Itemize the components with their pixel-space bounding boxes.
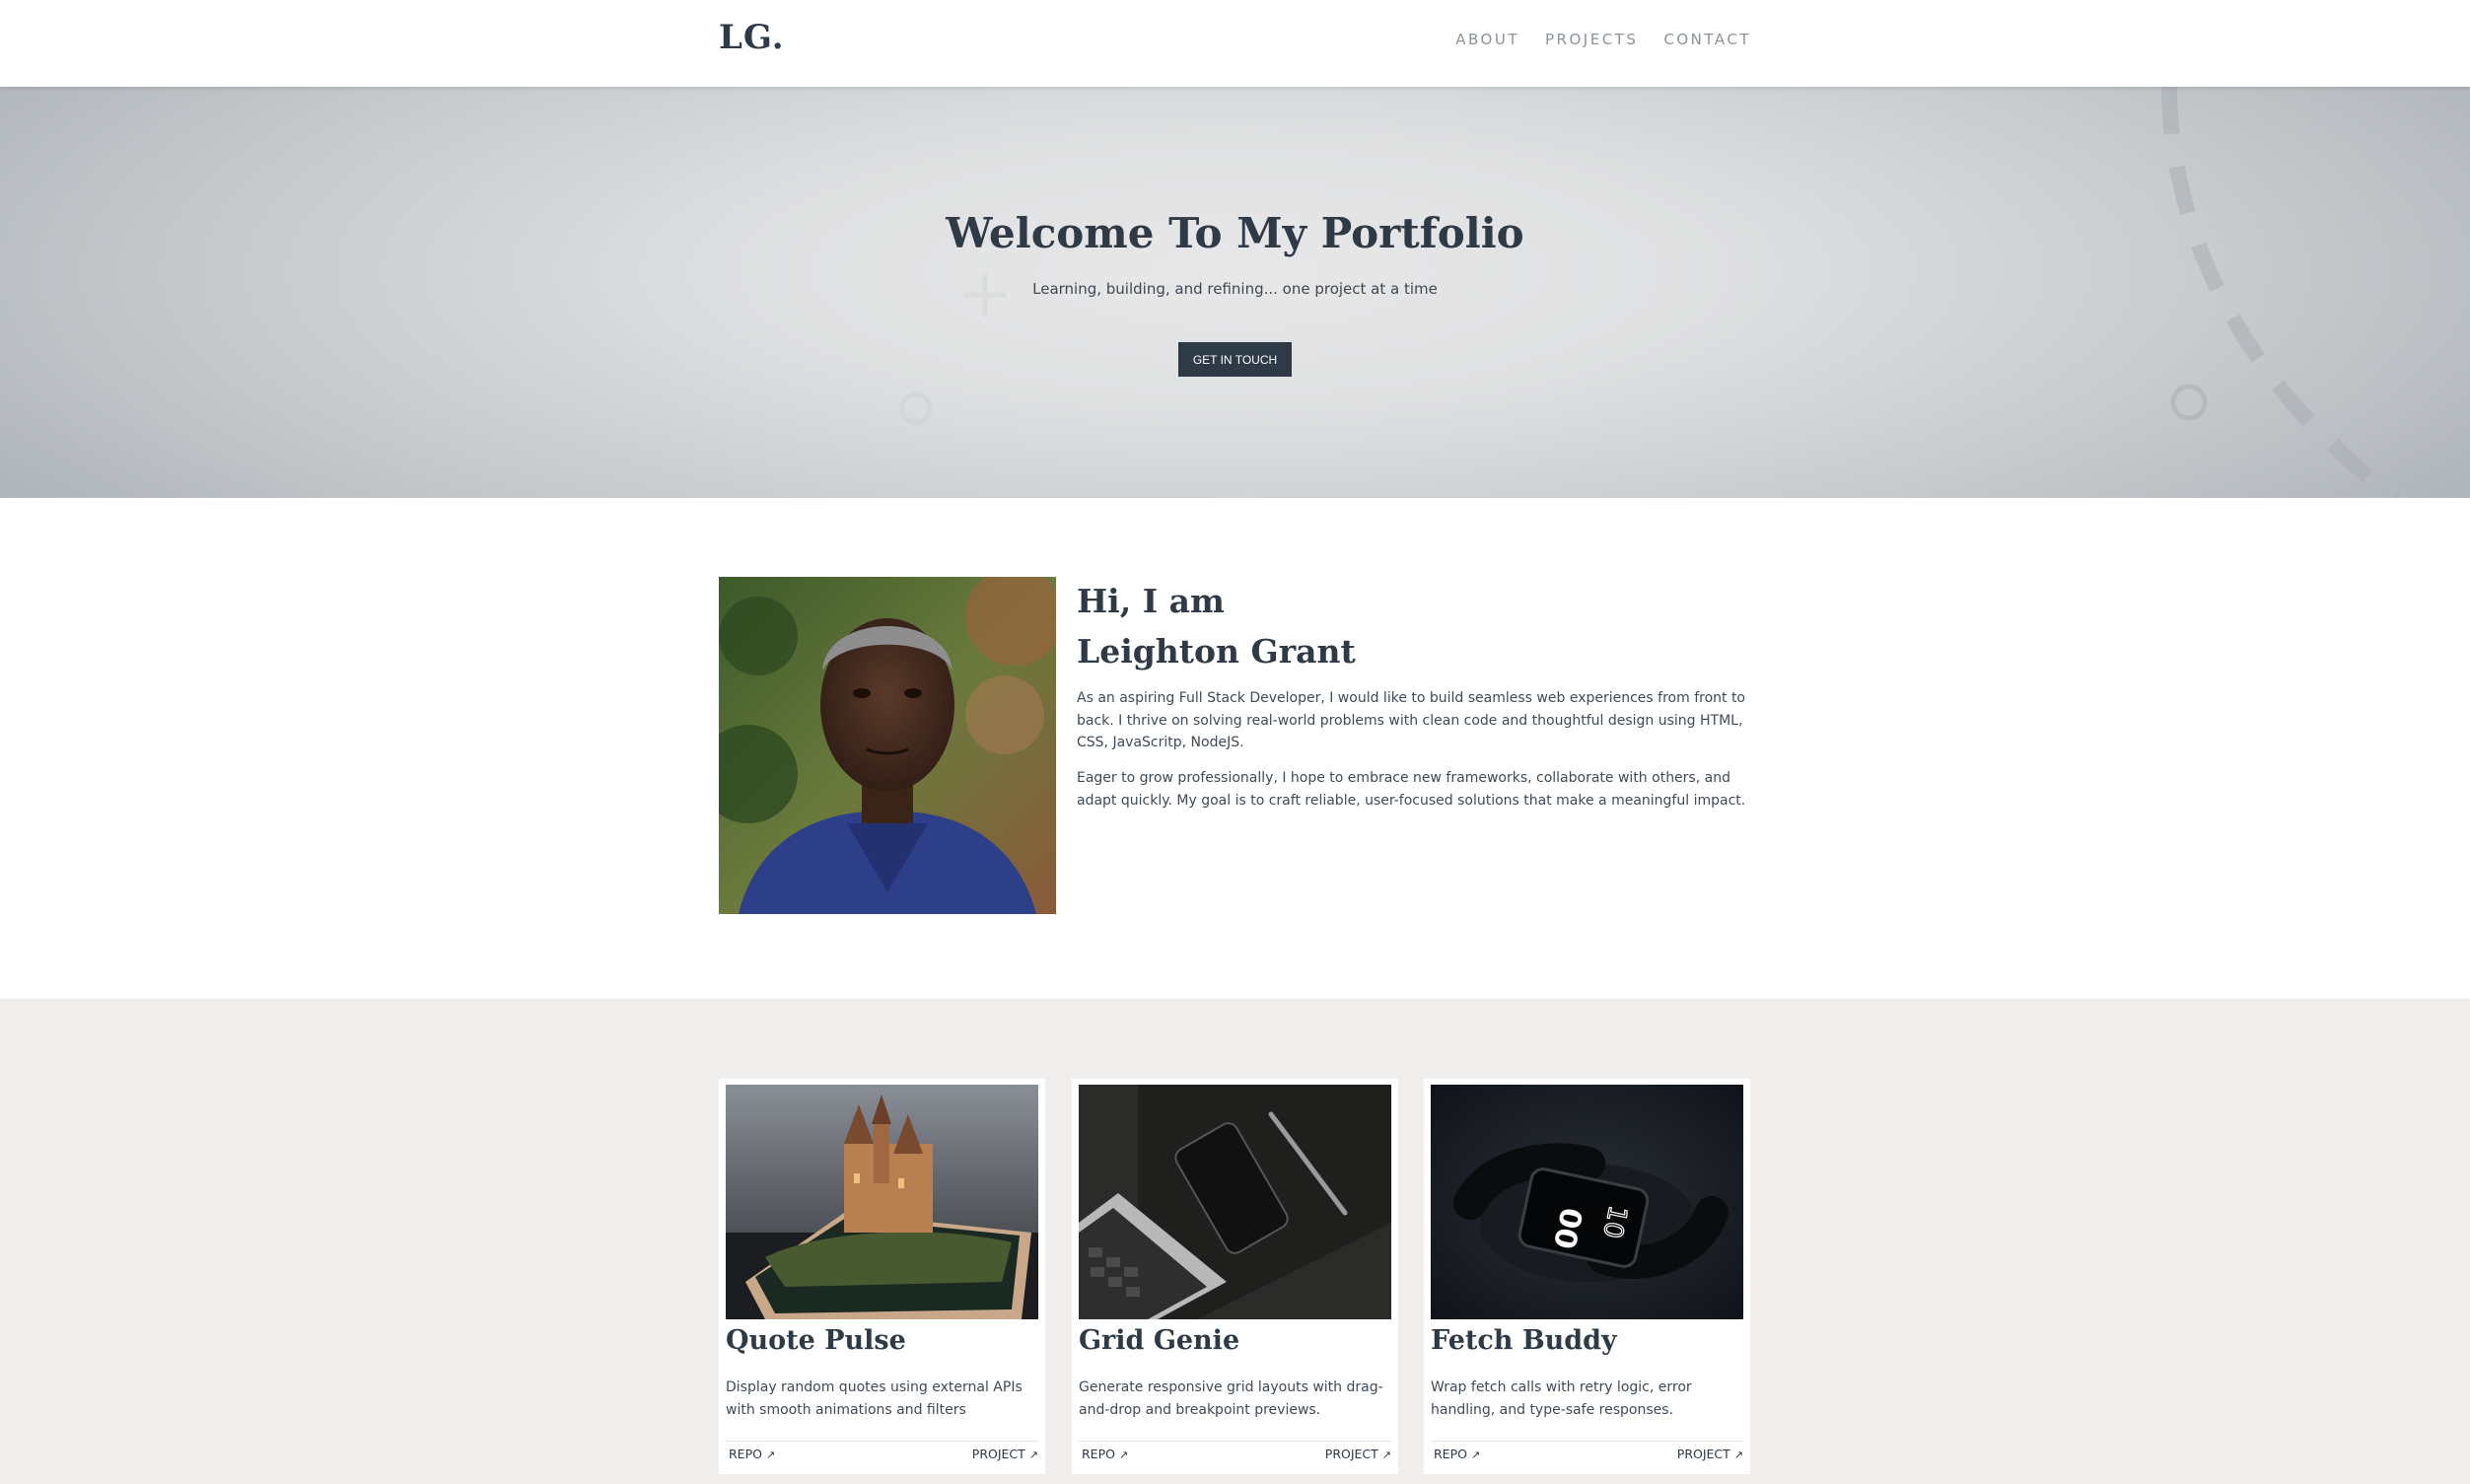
circle-decoration-right-icon <box>2170 384 2208 421</box>
card-divider <box>1431 1441 1743 1442</box>
project-link[interactable]: PROJECT ↗ <box>972 1447 1038 1461</box>
external-link-icon: ↗ <box>765 1449 776 1461</box>
project-image: 00 10 <box>1431 1085 1743 1319</box>
top-navbar: LG. ABOUT PROJECTS CONTACT <box>0 0 2470 87</box>
about-heading: Hi, I am Leighton Grant <box>1077 576 1356 676</box>
about-greeting: Hi, I am <box>1077 582 1225 620</box>
external-link-icon: ↗ <box>1381 1449 1391 1461</box>
project-link[interactable]: PROJECT ↗ <box>1677 1447 1743 1461</box>
about-paragraph: As an aspiring Full Stack Developer, I w… <box>1077 690 1746 750</box>
nav-links: ABOUT PROJECTS CONTACT <box>1455 31 1751 48</box>
project-title: Quote Pulse <box>726 1325 906 1356</box>
profile-photo <box>719 577 1056 914</box>
hero-banner: Welcome To My Portfolio Learning, buildi… <box>0 87 2470 498</box>
project-image <box>1079 1085 1391 1319</box>
card-divider <box>726 1441 1038 1442</box>
external-link-icon: ↗ <box>1733 1449 1743 1461</box>
external-link-icon: ↗ <box>1028 1449 1038 1461</box>
circle-decoration-icon <box>899 391 933 425</box>
project-link[interactable]: PROJECT ↗ <box>1325 1447 1391 1461</box>
external-link-icon: ↗ <box>1470 1449 1481 1461</box>
card-divider <box>1079 1441 1391 1442</box>
nav-link-about[interactable]: ABOUT <box>1455 31 1519 48</box>
get-in-touch-button[interactable]: GET IN TOUCH <box>1178 342 1292 377</box>
project-description: Generate responsive grid layouts with dr… <box>1079 1379 1383 1418</box>
repo-link[interactable]: REPO ↗ <box>729 1447 775 1461</box>
project-image <box>726 1085 1038 1319</box>
project-card-fetch-buddy: 00 10 Fetch Buddy Wrap fetch calls with … <box>1424 1079 1750 1474</box>
project-card-quote-pulse: Quote Pulse Display random quotes using … <box>719 1079 1045 1474</box>
about-name: Leighton Grant <box>1077 632 1356 671</box>
project-title: Fetch Buddy <box>1431 1325 1617 1356</box>
repo-link[interactable]: REPO ↗ <box>1082 1447 1128 1461</box>
hero-title: Welcome To My Portfolio <box>946 209 1524 257</box>
hero-subtitle: Learning, building, and refining... one … <box>1032 280 1438 298</box>
project-card-grid-genie: Grid Genie Generate responsive grid layo… <box>1072 1079 1398 1474</box>
site-logo[interactable]: LG. <box>719 18 785 57</box>
about-paragraph: Eager to grow professionally, I hope to … <box>1077 770 1746 809</box>
repo-link[interactable]: REPO ↗ <box>1434 1447 1480 1461</box>
nav-link-projects[interactable]: PROJECTS <box>1545 31 1638 48</box>
project-title: Grid Genie <box>1079 1325 1240 1356</box>
external-link-icon: ↗ <box>1118 1449 1129 1461</box>
project-description: Wrap fetch calls with retry logic, error… <box>1431 1379 1692 1418</box>
nav-link-contact[interactable]: CONTACT <box>1663 31 1751 48</box>
project-description: Display random quotes using external API… <box>726 1379 1023 1418</box>
